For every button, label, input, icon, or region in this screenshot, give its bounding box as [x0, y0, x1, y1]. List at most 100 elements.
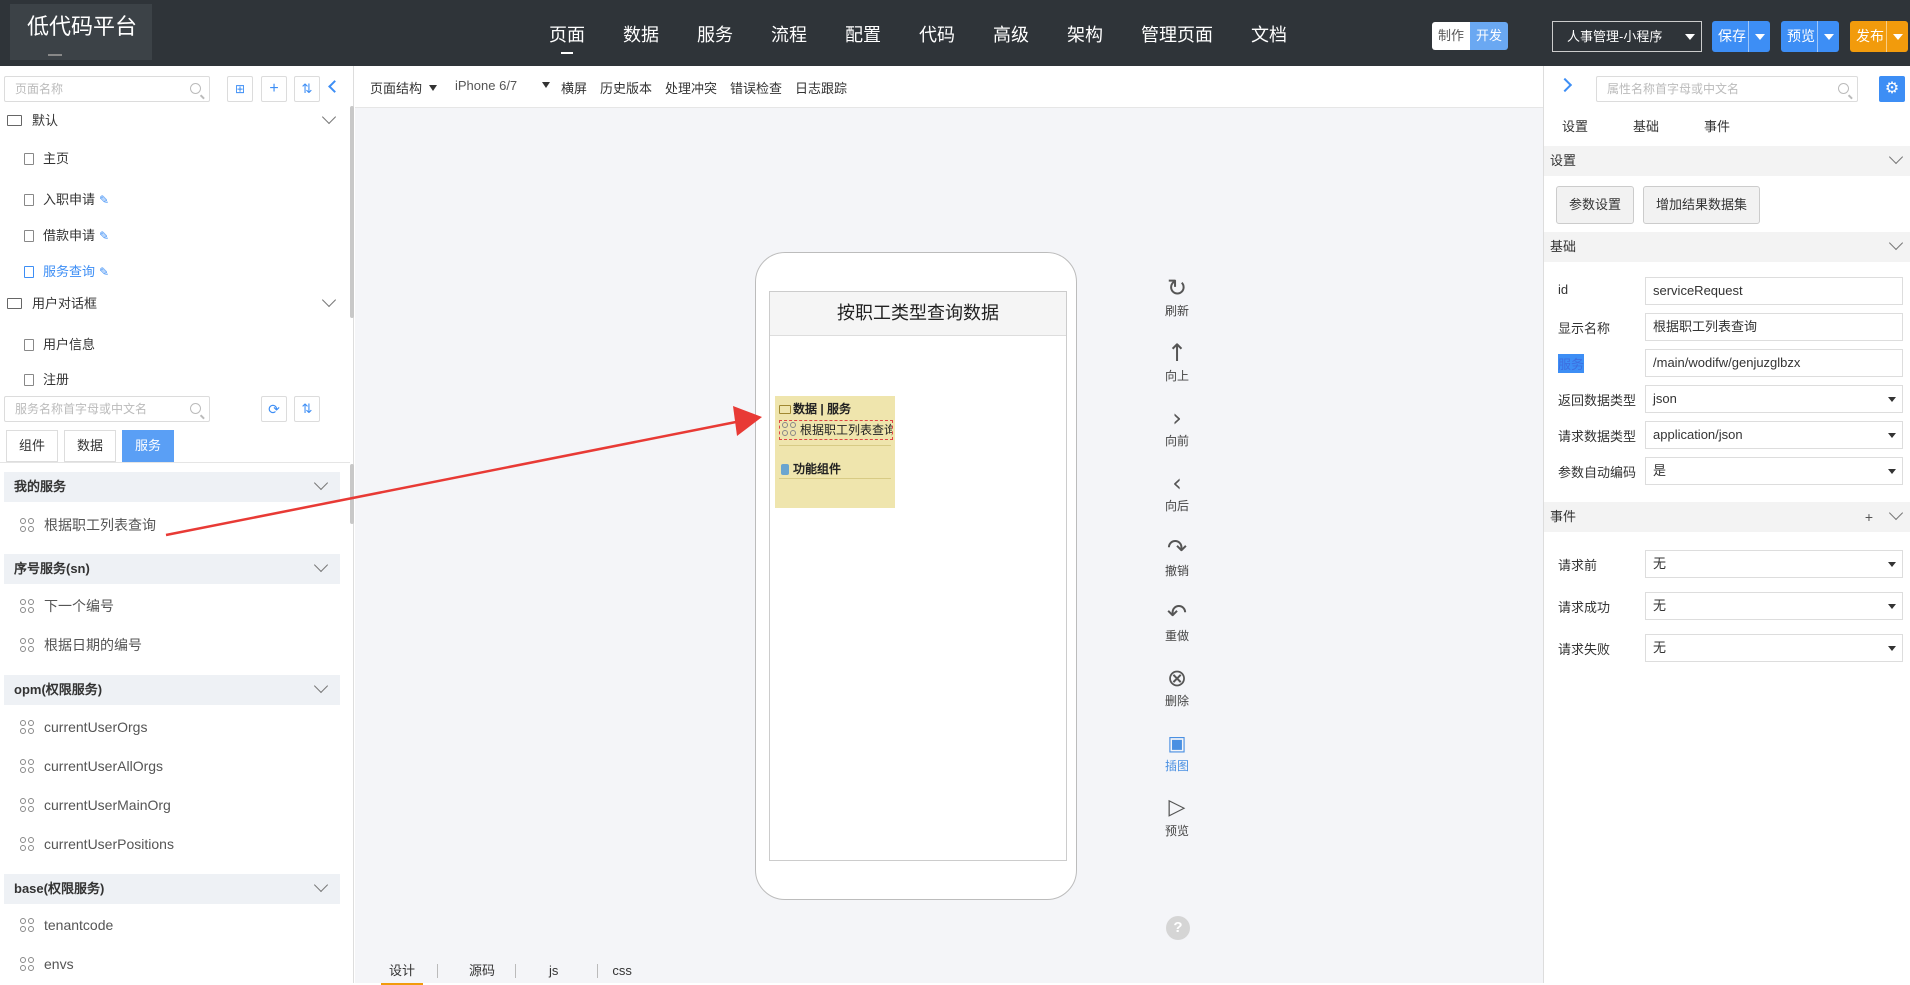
brand-logo[interactable]: 低代码平台 [10, 4, 152, 60]
tab-basic[interactable]: 基础 [1633, 116, 1659, 135]
service-item[interactable]: currentUserAllOrgs [20, 756, 163, 776]
back-tool[interactable]: ‹ 向后 [1152, 469, 1202, 514]
tab-settings[interactable]: 设置 [1562, 116, 1588, 135]
tab-design[interactable]: 设计 [381, 960, 424, 985]
data-service-box[interactable]: 数据 | 服务 根据职工列表查询 功能组件 [775, 396, 895, 508]
service-item[interactable]: envs [20, 954, 74, 974]
nav-advanced[interactable]: 高级 [974, 0, 1048, 66]
nav-admin-page[interactable]: 管理页面 [1122, 0, 1232, 66]
save-dropdown-icon[interactable] [1748, 21, 1770, 52]
device-dropdown-icon[interactable] [542, 78, 550, 93]
publish-dropdown-icon[interactable] [1886, 21, 1908, 52]
section-events[interactable]: 事件 + [1544, 502, 1910, 532]
prop-id-input[interactable]: serviceRequest [1645, 277, 1903, 305]
refresh-icon[interactable]: ⟳ [261, 396, 287, 422]
image-tool[interactable]: ▣ 插图 [1152, 729, 1202, 774]
page-item-service-query[interactable]: 服务查询 ✎ [24, 262, 109, 282]
publish-button[interactable]: 发布 [1850, 21, 1908, 52]
nav-architecture[interactable]: 架构 [1048, 0, 1122, 66]
service-item[interactable]: 根据职工列表查询 [20, 515, 156, 535]
tab-events[interactable]: 事件 [1704, 116, 1730, 135]
page-group-default[interactable]: 默认 [0, 106, 350, 136]
service-item[interactable]: 根据日期的编号 [20, 635, 142, 655]
prop-display-name-input[interactable]: 根据职工列表查询 [1645, 313, 1903, 341]
service-group-sn[interactable]: 序号服务(sn) [4, 554, 340, 584]
prop-auto-encode-select[interactable]: 是 [1645, 457, 1903, 485]
page-item-register[interactable]: 注册 [24, 370, 69, 390]
section-settings[interactable]: 设置 [1544, 146, 1910, 176]
phone-screen[interactable]: 按职工类型查询数据 数据 | 服务 根据职工列表查询 功能组件 [769, 291, 1067, 861]
service-group-opm[interactable]: opm(权限服务) [4, 675, 340, 705]
refresh-tool[interactable]: ↻ 刷新 [1152, 274, 1202, 319]
undo-tool[interactable]: ↷ 撤销 [1152, 534, 1202, 579]
prop-request-type-select[interactable]: application/json [1645, 421, 1903, 449]
tab-services[interactable]: 服务 [122, 430, 175, 462]
service-group-base[interactable]: base(权限服务) [4, 874, 340, 904]
preview-dropdown-icon[interactable] [1817, 21, 1839, 52]
page-item-onboarding[interactable]: 入职申请 ✎ [24, 190, 109, 210]
save-button[interactable]: 保存 [1712, 21, 1770, 52]
tab-data[interactable]: 数据 [64, 430, 117, 462]
add-event-icon[interactable]: + [1865, 502, 1873, 532]
property-search-input[interactable]: 属性名称首字母或中文名 [1596, 76, 1858, 102]
landscape-button[interactable]: 横屏 [561, 78, 587, 97]
service-search-input[interactable]: 服务名称首字母或中文名 [4, 396, 210, 422]
expand-panel-icon[interactable] [1557, 77, 1573, 93]
service-item[interactable]: tenantcode [20, 915, 113, 935]
service-list-scrollbar[interactable] [350, 464, 354, 524]
error-check-button[interactable]: 错误检查 [730, 78, 782, 97]
forward-tool[interactable]: › 向前 [1152, 404, 1202, 449]
mode-make[interactable]: 制作 [1432, 22, 1471, 50]
nav-docs[interactable]: 文档 [1232, 0, 1306, 66]
gear-icon[interactable]: ⚙ [1879, 76, 1905, 102]
collapse-panel-icon[interactable] [328, 80, 341, 93]
param-settings-button[interactable]: 参数设置 [1556, 186, 1635, 224]
tab-js[interactable]: js [541, 960, 566, 982]
preview-button[interactable]: 预览 [1781, 21, 1839, 52]
event-request-success-select[interactable]: 无 [1645, 592, 1903, 620]
page-list-scrollbar[interactable] [350, 106, 354, 318]
service-item[interactable]: currentUserMainOrg [20, 795, 171, 815]
prop-service-input[interactable]: /main/wodifw/genjuzglbzx [1645, 349, 1903, 377]
tab-css[interactable]: css [604, 960, 640, 982]
page-group-user-dialog[interactable]: 用户对话框 [0, 289, 350, 319]
prop-return-type-select[interactable]: json [1645, 385, 1903, 413]
prop-label[interactable]: 服务 [1558, 354, 1585, 373]
edit-icon[interactable]: ✎ [99, 226, 109, 246]
page-structure-dropdown[interactable]: 页面结构 [370, 78, 438, 97]
nav-flow[interactable]: 流程 [752, 0, 826, 66]
service-item[interactable]: 下一个编号 [20, 596, 114, 616]
edit-icon[interactable]: ✎ [99, 190, 109, 210]
nav-code[interactable]: 代码 [900, 0, 974, 66]
nav-data[interactable]: 数据 [604, 0, 678, 66]
log-trace-button[interactable]: 日志跟踪 [795, 78, 847, 97]
service-item[interactable]: currentUserPositions [20, 834, 174, 854]
device-select[interactable]: iPhone 6/7 [455, 78, 517, 93]
selected-service[interactable]: 根据职工列表查询 [779, 420, 893, 440]
history-button[interactable]: 历史版本 [600, 78, 652, 97]
service-item[interactable]: currentUserOrgs [20, 717, 147, 737]
add-result-dataset-button[interactable]: 增加结果数据集 [1643, 186, 1761, 224]
page-item-user-info[interactable]: 用户信息 [24, 335, 95, 355]
redo-tool[interactable]: ↶ 重做 [1152, 599, 1202, 644]
nav-config[interactable]: 配置 [826, 0, 900, 66]
mode-dev[interactable]: 开发 [1470, 22, 1509, 50]
delete-tool[interactable]: ⊗ 删除 [1152, 664, 1202, 709]
service-group-mine[interactable]: 我的服务 [4, 472, 340, 502]
help-icon[interactable]: ? [1166, 916, 1190, 940]
add-page-button[interactable]: + [261, 76, 287, 102]
page-item-home[interactable]: 主页 [24, 149, 69, 169]
project-select[interactable]: 人事管理-小程序 [1552, 21, 1702, 52]
page-item-loan[interactable]: 借款申请 ✎ [24, 226, 109, 246]
tab-source[interactable]: 源码 [461, 960, 503, 982]
event-request-failure-select[interactable]: 无 [1645, 634, 1903, 662]
page-search-input[interactable]: 页面名称 [4, 76, 210, 102]
preview-tool[interactable]: ▷ 预览 [1152, 794, 1202, 839]
sort-icon[interactable]: ⇅ [294, 396, 320, 422]
function-components[interactable]: 功能组件 [781, 460, 841, 477]
nav-page[interactable]: 页面 [530, 0, 604, 66]
section-basic[interactable]: 基础 [1544, 232, 1910, 262]
up-tool[interactable]: ↑ 向上 [1152, 339, 1202, 384]
event-before-request-select[interactable]: 无 [1645, 550, 1903, 578]
add-folder-button[interactable]: ⊞ [227, 76, 253, 102]
